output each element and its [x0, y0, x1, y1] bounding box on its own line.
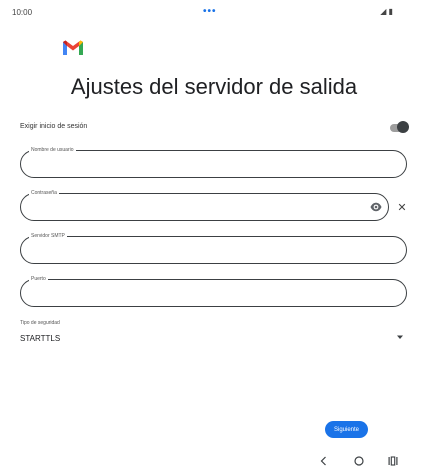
eye-icon[interactable] [370, 202, 382, 212]
require-login-toggle[interactable] [390, 121, 409, 135]
dropdown-arrow-icon[interactable] [396, 334, 404, 340]
gmail-logo-icon [63, 40, 83, 55]
security-type-label: Tipo de seguridad [20, 320, 60, 326]
recent-apps-icon[interactable] [387, 455, 399, 467]
back-icon[interactable] [318, 455, 330, 467]
status-time: 10:00 [12, 8, 33, 17]
smtp-server-label: Servidor SMTP [29, 232, 67, 241]
home-icon[interactable] [353, 455, 365, 467]
clear-icon[interactable]: ✕ [397, 203, 407, 214]
page-title: Ajustes del servidor de salida [70, 74, 358, 99]
username-field[interactable]: Nombre de usuario [20, 146, 407, 178]
status-bar: 10:00 ••• ◢ ▮ [0, 0, 428, 24]
signal-battery-icon: ◢ ▮ [380, 7, 393, 16]
next-button[interactable]: Siguiente [325, 421, 368, 438]
port-input[interactable] [31, 286, 371, 300]
toggle-thumb [397, 121, 409, 133]
username-label: Nombre de usuario [29, 146, 76, 155]
password-label: Contraseña [29, 189, 59, 198]
smtp-server-field[interactable]: Servidor SMTP [20, 232, 407, 264]
security-type-select[interactable]: STARTTLS [20, 334, 60, 343]
system-nav-bar [0, 448, 428, 476]
port-field[interactable]: Puerto [20, 275, 407, 307]
password-input[interactable] [31, 200, 371, 214]
port-label: Puerto [29, 275, 48, 284]
username-input[interactable] [31, 157, 371, 171]
password-field[interactable]: Contraseña [20, 189, 389, 221]
require-login-label: Exigir inicio de sesión [20, 123, 88, 130]
status-dots: ••• [203, 6, 217, 17]
smtp-server-input[interactable] [31, 243, 371, 257]
